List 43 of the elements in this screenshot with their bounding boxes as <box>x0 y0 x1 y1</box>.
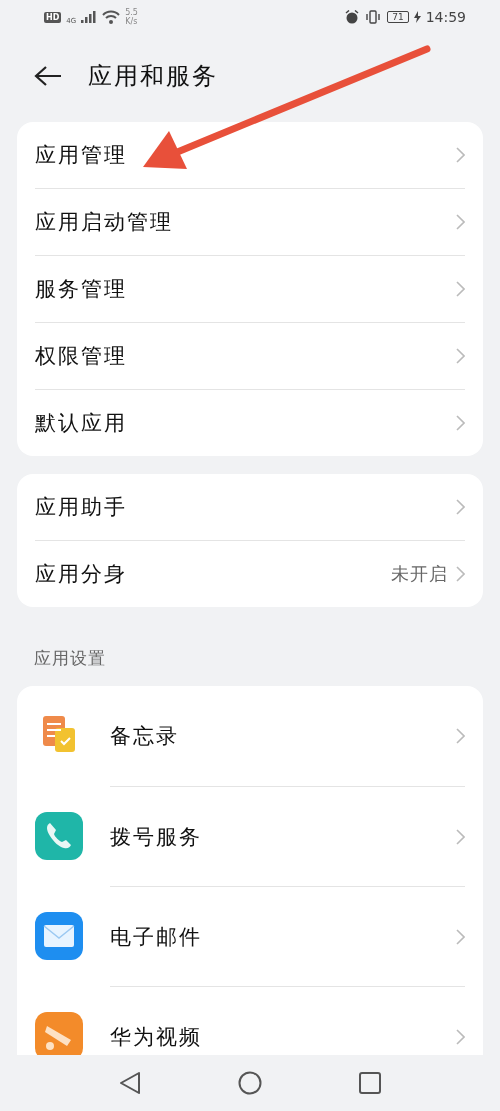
app-name: 备忘录 <box>110 723 179 750</box>
network-speed: 5.5 K/s <box>125 8 138 26</box>
settings-item[interactable]: 服务管理 <box>35 256 465 322</box>
chevron-icon <box>456 1028 465 1045</box>
app-name: 电子邮件 <box>110 923 202 951</box>
back-icon[interactable] <box>34 65 62 87</box>
chevron-icon <box>456 214 465 230</box>
app-item[interactable]: 拨号服务 <box>35 786 465 886</box>
chevron-icon <box>456 499 465 515</box>
settings-item[interactable]: 应用分身 未开启 <box>35 541 465 607</box>
alarm-icon <box>345 10 360 24</box>
back-icon[interactable] <box>118 1071 141 1095</box>
phone-icon <box>35 812 83 860</box>
chevron-icon <box>456 281 465 297</box>
wifi-icon <box>102 10 121 24</box>
chevron-icon <box>456 415 465 431</box>
chevron-icon <box>456 566 465 582</box>
hd-icon: HD <box>44 11 62 23</box>
battery-level: 71 <box>387 11 409 23</box>
app-name: 拨号服务 <box>110 823 202 851</box>
clock-time: 14:59 <box>425 9 466 25</box>
chevron-icon <box>456 828 465 845</box>
settings-item[interactable]: 应用启动管理 <box>35 189 465 255</box>
settings-item[interactable]: 默认应用 <box>35 390 465 456</box>
video-icon <box>35 1012 83 1055</box>
app-name: 华为视频 <box>110 1023 202 1051</box>
signal-icon <box>81 11 98 23</box>
home-icon[interactable] <box>238 1071 262 1095</box>
chevron-icon <box>456 728 465 744</box>
app-item[interactable]: 备忘录 <box>35 686 465 786</box>
app-item[interactable]: 电子邮件 <box>35 886 465 986</box>
charging-icon <box>413 11 421 23</box>
vibrate-icon <box>364 10 383 24</box>
chevron-icon <box>456 147 465 163</box>
chevron-icon <box>456 348 465 364</box>
settings-item[interactable]: 应用管理 <box>35 122 465 188</box>
page-title: 应用和服务 <box>88 61 218 92</box>
chevron-icon <box>456 928 465 945</box>
mail-icon <box>35 912 83 960</box>
settings-item[interactable]: 权限管理 <box>35 323 465 389</box>
section-title: 应用设置 <box>33 647 107 670</box>
settings-item[interactable]: 应用助手 <box>35 474 465 540</box>
recents-icon[interactable] <box>359 1072 382 1094</box>
